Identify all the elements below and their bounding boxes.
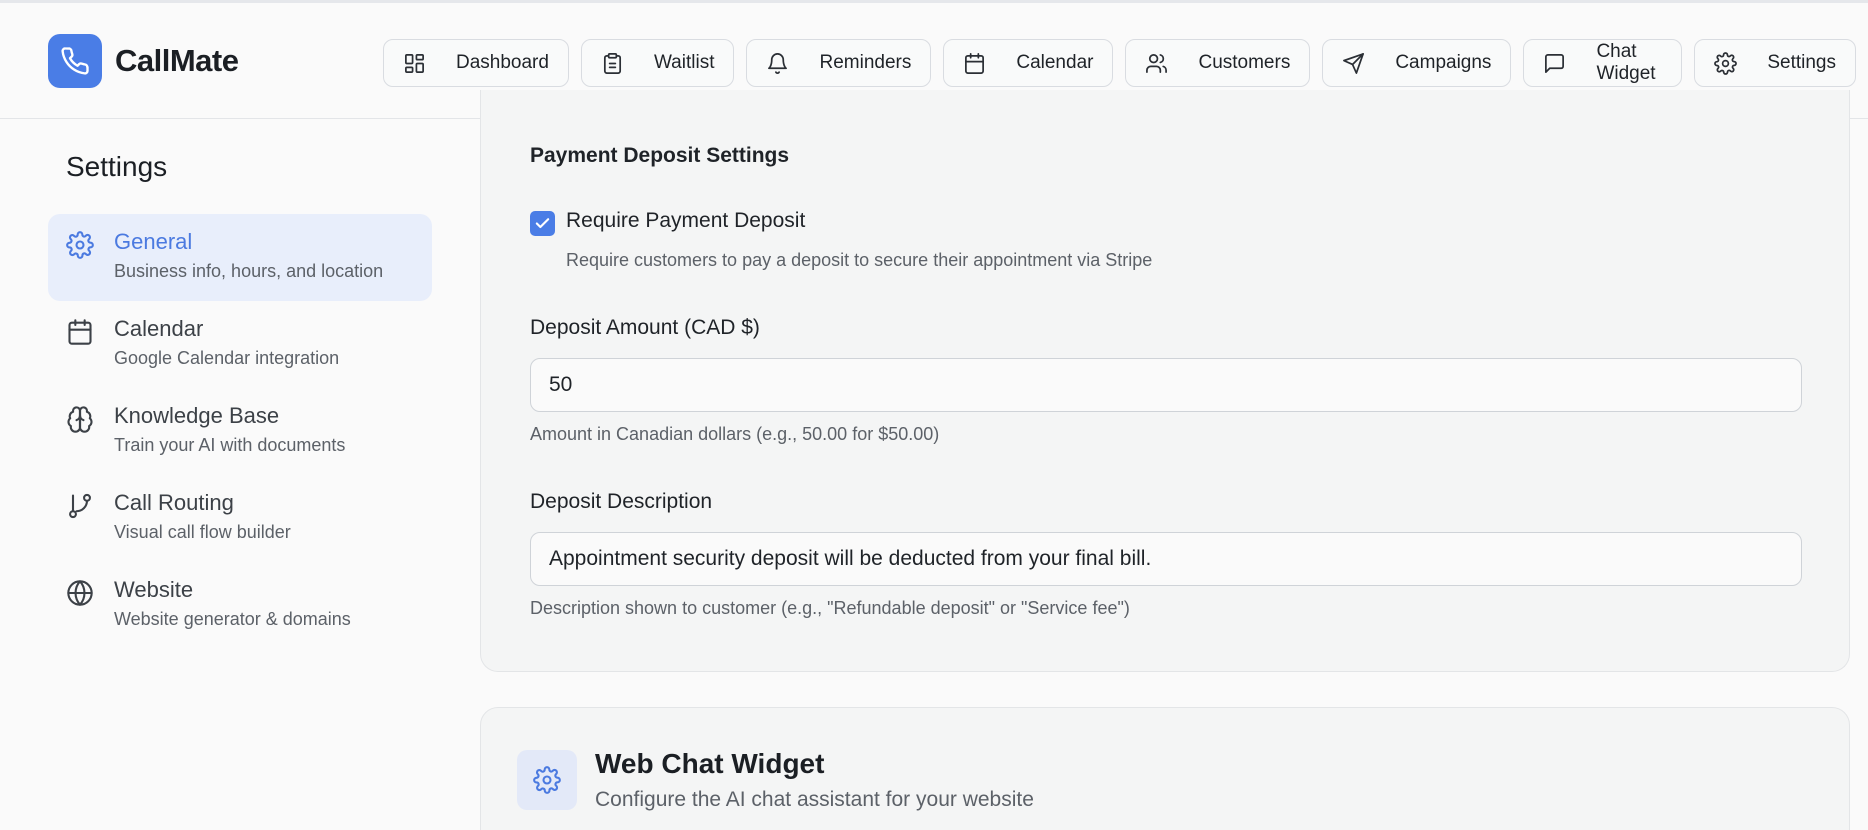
sidebar-item-general[interactable]: General Business info, hours, and locati… bbox=[48, 214, 432, 301]
gear-icon bbox=[517, 750, 577, 810]
nav-chat-widget[interactable]: Chat Widget bbox=[1523, 39, 1683, 87]
widget-title: Web Chat Widget bbox=[595, 748, 825, 779]
check-icon bbox=[535, 218, 550, 229]
nav-calendar[interactable]: Calendar bbox=[943, 39, 1114, 87]
deposit-amount-input[interactable] bbox=[530, 358, 1802, 412]
nav-reminders[interactable]: Reminders bbox=[746, 39, 932, 87]
calendar-icon bbox=[66, 318, 94, 346]
deposit-description-help: Description shown to customer (e.g., "Re… bbox=[530, 598, 1130, 618]
nav-label: Chat Widget bbox=[1596, 41, 1656, 84]
nav-label: Campaigns bbox=[1395, 52, 1492, 73]
sidebar-item-label: General bbox=[114, 229, 193, 254]
nav-settings[interactable]: Settings bbox=[1694, 39, 1856, 87]
brain-icon bbox=[66, 405, 94, 433]
sidebar-item-knowledge-base[interactable]: Knowledge Base Train your AI with docume… bbox=[48, 388, 432, 475]
sidebar-item-call-routing[interactable]: Call Routing Visual call flow builder bbox=[48, 475, 432, 562]
nav-campaigns[interactable]: Campaigns bbox=[1322, 39, 1512, 87]
nav-dashboard[interactable]: Dashboard bbox=[383, 39, 569, 87]
require-deposit-description: Require customers to pay a deposit to se… bbox=[566, 250, 1153, 270]
sidebar-item-description: Visual call flow builder bbox=[114, 522, 291, 542]
nav-label: Settings bbox=[1767, 52, 1836, 73]
deposit-description-input[interactable] bbox=[530, 532, 1802, 586]
payment-deposit-card: Payment Deposit Settings Require Payment… bbox=[480, 90, 1850, 672]
sidebar-item-label: Website bbox=[114, 577, 194, 602]
nav-waitlist[interactable]: Waitlist bbox=[580, 39, 735, 87]
nav-label: Dashboard bbox=[456, 52, 549, 73]
sidebar-item-label: Call Routing bbox=[114, 490, 234, 515]
brand[interactable]: CallMate bbox=[48, 34, 239, 88]
require-deposit-checkbox[interactable] bbox=[530, 211, 555, 236]
phone-icon bbox=[48, 34, 102, 88]
sidebar-item-website[interactable]: Website Website generator & domains bbox=[48, 562, 432, 649]
message-icon bbox=[1543, 52, 1566, 75]
nav-label: Waitlist bbox=[653, 52, 715, 73]
gear-icon bbox=[66, 231, 94, 259]
nav-customers[interactable]: Customers bbox=[1125, 39, 1311, 87]
bell-icon bbox=[766, 52, 789, 75]
sidebar-title: Settings bbox=[66, 151, 168, 182]
nav-label: Customers bbox=[1198, 52, 1291, 73]
globe-icon bbox=[66, 579, 94, 607]
users-icon bbox=[1145, 52, 1168, 75]
nav-label: Reminders bbox=[819, 52, 912, 73]
sidebar-item-calendar[interactable]: Calendar Google Calendar integration bbox=[48, 301, 432, 388]
require-deposit-label[interactable]: Require Payment Deposit bbox=[566, 209, 805, 233]
deposit-amount-help: Amount in Canadian dollars (e.g., 50.00 … bbox=[530, 424, 940, 444]
sidebar-item-label: Knowledge Base bbox=[114, 403, 280, 428]
gear-icon bbox=[1714, 51, 1738, 75]
app-name: CallMate bbox=[115, 43, 239, 78]
main-nav: Dashboard Waitlist Reminders Calendar Cu… bbox=[383, 39, 1868, 87]
sidebar-item-description: Business info, hours, and location bbox=[114, 261, 384, 281]
git-branch-icon bbox=[66, 492, 94, 520]
web-chat-widget-card: Web Chat Widget Configure the AI chat as… bbox=[480, 707, 1850, 830]
calendar-icon bbox=[963, 52, 986, 75]
nav-label: Calendar bbox=[1016, 52, 1094, 73]
section-title: Payment Deposit Settings bbox=[530, 144, 790, 167]
sidebar-item-description: Website generator & domains bbox=[114, 609, 351, 629]
send-icon bbox=[1342, 52, 1365, 75]
dashboard-icon bbox=[403, 52, 426, 75]
sidebar-item-description: Train your AI with documents bbox=[114, 435, 346, 455]
deposit-amount-label: Deposit Amount (CAD $) bbox=[530, 316, 760, 339]
sidebar-item-description: Google Calendar integration bbox=[114, 348, 340, 368]
clipboard-icon bbox=[601, 52, 624, 75]
sidebar-item-label: Calendar bbox=[114, 316, 204, 341]
deposit-description-label: Deposit Description bbox=[530, 490, 713, 513]
widget-description: Configure the AI chat assistant for your… bbox=[595, 788, 1034, 811]
